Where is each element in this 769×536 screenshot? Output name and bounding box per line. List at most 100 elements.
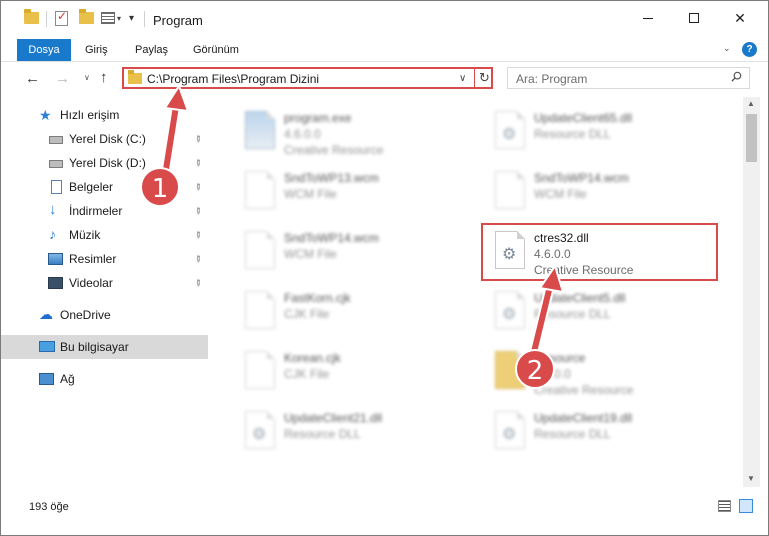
search-icon[interactable]	[731, 71, 742, 82]
file-name: SndToWP13.wcm	[284, 171, 379, 185]
drive-icon	[49, 160, 63, 168]
sidebar-item-local-disk-c[interactable]: Yerel Disk (C:) ✎	[1, 127, 208, 151]
minimize-button[interactable]	[625, 1, 671, 35]
star-icon: ★	[39, 107, 52, 123]
forward-button[interactable]: →	[55, 70, 70, 87]
sidebar-item-music[interactable]: ♪ Müzik ✎	[1, 223, 208, 247]
file-type: WCM File	[284, 247, 337, 261]
back-button[interactable]: ←	[25, 70, 40, 87]
list-item[interactable]: SndToWP14.wcm WCM File	[481, 163, 716, 221]
file-name: program.exe	[284, 111, 352, 125]
sidebar-item-label: Hızlı erişim	[60, 108, 120, 122]
file-name: UpdateClient21.dll	[284, 411, 383, 425]
sidebar-item-this-pc[interactable]: Bu bilgisayar	[1, 335, 208, 359]
file-type: CJK File	[284, 307, 330, 321]
large-icons-view-icon[interactable]	[739, 499, 753, 513]
list-item[interactable]: Korean.cjk CJK File	[231, 343, 466, 401]
file-name: UpdateClient19.dll	[534, 411, 633, 425]
step-badge-1: 1	[140, 167, 180, 207]
close-icon: ✕	[734, 9, 746, 26]
sidebar-item-local-disk-d[interactable]: Yerel Disk (D:) ✎	[1, 151, 208, 175]
maximize-button[interactable]	[671, 1, 717, 35]
pin-icon: ✎	[191, 276, 205, 290]
file-description: Creative Resource	[534, 383, 634, 397]
file-name: SndToWP14.wcm	[284, 231, 379, 245]
details-view-icon[interactable]	[718, 500, 731, 512]
navigation-pane: ★ Hızlı erişim Yerel Disk (C:) ✎ Yerel D…	[1, 97, 211, 487]
sidebar-item-videos[interactable]: Videolar ✎	[1, 271, 208, 295]
recent-locations-button[interactable]: ∨	[84, 73, 90, 82]
file-type: Resource DLL	[534, 427, 611, 441]
file-icon	[245, 171, 275, 209]
scrollbar-thumb[interactable]	[746, 114, 757, 162]
folder-icon	[128, 70, 142, 84]
window-title: Program	[153, 13, 203, 28]
file-name: SndToWP14.wcm	[534, 171, 629, 185]
sidebar-item-label: Resimler	[69, 252, 117, 266]
scroll-down-icon[interactable]: ▼	[747, 474, 755, 483]
address-path[interactable]: C:\Program Files\Program Dizini	[147, 72, 319, 86]
dll-file-icon	[495, 411, 525, 449]
file-icon	[245, 231, 275, 269]
pin-icon: ✎	[191, 252, 205, 266]
item-count: 193 öğe	[29, 501, 69, 513]
list-item[interactable]: UpdateClient5.dll Resource DLL	[481, 283, 716, 341]
list-item[interactable]: UpdateClient21.dll Resource DLL	[231, 403, 466, 461]
expand-ribbon-icon[interactable]: ⌄	[723, 43, 731, 54]
list-item[interactable]: SndToWP13.wcm WCM File	[231, 163, 466, 221]
network-icon	[39, 373, 54, 385]
file-list: program.exe 4.6.0.0 Creative Resource Up…	[211, 97, 743, 487]
sidebar-item-label: Yerel Disk (D:)	[69, 156, 146, 170]
list-item[interactable]: UpdateClient65.dll Resource DLL	[481, 103, 716, 161]
view-icon[interactable]	[101, 12, 115, 24]
vertical-scrollbar[interactable]: ▲ ▼	[743, 97, 760, 487]
refresh-button[interactable]: ↻	[479, 70, 490, 86]
chevron-down-icon[interactable]: ▾	[117, 14, 121, 23]
sidebar-item-label: OneDrive	[60, 308, 111, 322]
sidebar-item-downloads[interactable]: ↓ İndirmeler ✎	[1, 199, 208, 223]
search-input[interactable]: Ara: Program	[507, 67, 750, 89]
tab-file[interactable]: Dosya	[17, 39, 71, 61]
sidebar-item-label: Ağ	[60, 372, 75, 386]
list-item[interactable]: UpdateClient19.dll Resource DLL	[481, 403, 716, 461]
pictures-icon	[48, 253, 63, 265]
pin-icon: ✎	[191, 132, 205, 146]
new-folder-icon[interactable]	[79, 9, 94, 24]
properties-icon[interactable]	[55, 9, 68, 26]
downloads-icon: ↓	[49, 201, 57, 218]
sidebar-item-label: Bu bilgisayar	[60, 340, 129, 354]
file-icon	[495, 171, 525, 209]
tab-view[interactable]: Görünüm	[183, 39, 249, 61]
sidebar-item-quick-access[interactable]: ★ Hızlı erişim	[1, 103, 208, 127]
dll-file-icon	[495, 111, 525, 149]
pin-icon: ✎	[191, 180, 205, 194]
list-item[interactable]: FastKorn.cjk CJK File	[231, 283, 466, 341]
customize-quick-access-icon[interactable]: ▾	[129, 13, 134, 24]
list-item[interactable]: SndToWP14.wcm WCM File	[231, 223, 466, 281]
address-separator	[474, 69, 475, 87]
file-name: UpdateClient65.dll	[534, 111, 633, 125]
sidebar-item-label: İndirmeler	[69, 204, 123, 218]
help-button[interactable]: ?	[742, 42, 757, 57]
search-placeholder: Ara: Program	[516, 72, 588, 86]
sidebar-item-onedrive[interactable]: ☁ OneDrive	[1, 303, 208, 327]
sidebar-item-label: Belgeler	[69, 180, 114, 194]
sidebar-item-label: Müzik	[69, 228, 101, 242]
tab-home[interactable]: Giriş	[75, 39, 118, 61]
file-type: Resource DLL	[284, 427, 361, 441]
sidebar-item-label: Videolar	[69, 276, 113, 290]
sidebar-item-pictures[interactable]: Resimler ✎	[1, 247, 208, 271]
ribbon-tabs: Dosya Giriş Paylaş Görünüm ⌄ ?	[1, 39, 768, 61]
sidebar-item-network[interactable]: Ağ	[1, 367, 208, 391]
file-type: Resource DLL	[534, 127, 611, 141]
list-item[interactable]: program.exe 4.6.0.0 Creative Resource	[231, 103, 466, 161]
up-button[interactable]: ↑	[100, 69, 108, 86]
tab-share[interactable]: Paylaş	[125, 39, 178, 61]
address-dropdown-button[interactable]: ∨	[459, 73, 466, 84]
file-type: 4.6.0.0	[284, 127, 321, 141]
close-button[interactable]: ✕	[717, 1, 763, 35]
address-bar[interactable]: C:\Program Files\Program Dizini ∨ ↻	[122, 67, 493, 89]
highlight-box	[481, 223, 718, 281]
file-icon	[245, 351, 275, 389]
scroll-up-icon[interactable]: ▲	[747, 99, 755, 108]
